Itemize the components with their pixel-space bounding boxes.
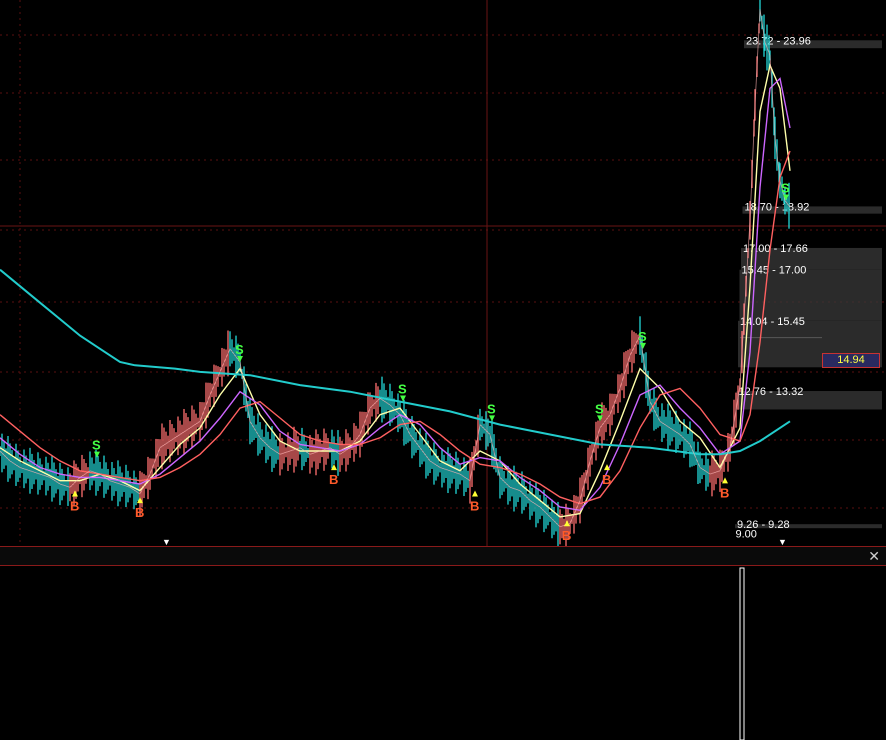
sell-arrow-icon — [640, 342, 646, 349]
buy-signal: B — [70, 499, 79, 514]
profile-band-label: 12.76 - 13.32 — [739, 386, 804, 398]
series-ma_mid — [0, 77, 791, 512]
profile-band-label: 9.00 — [736, 528, 757, 540]
buy-signal: B — [470, 499, 479, 514]
buy-signal: B — [135, 505, 144, 520]
sell-signal: S — [638, 329, 647, 344]
sell-arrow-icon — [94, 451, 100, 458]
profile-band-label: 23.72 - 23.96 — [746, 35, 811, 47]
buy-arrow-icon — [72, 490, 78, 497]
buy-signal: B — [602, 472, 611, 487]
buy-arrow-icon — [722, 477, 728, 484]
volume-panel — [739, 567, 745, 740]
kline-chart[interactable]: 23.72 - 23.9618.70 - 18.9217.00 - 17.661… — [0, 0, 886, 740]
buy-signal: B — [720, 485, 729, 500]
sell-signal: S — [398, 382, 407, 397]
volume-spike — [739, 567, 745, 740]
trade-signals: B S B S B S B S B S B S B S — [70, 180, 790, 543]
sell-signal: S — [487, 401, 496, 416]
panel-separator: ✕ — [0, 546, 886, 566]
sell-signal: S — [595, 401, 604, 416]
series-ma_short — [0, 63, 791, 518]
series-price — [0, 9, 791, 528]
buy-arrow-icon — [472, 490, 478, 497]
sell-signal: S — [235, 342, 244, 357]
buy-signal: B — [329, 472, 338, 487]
profile-band-label: 14.04 - 15.45 — [740, 316, 805, 328]
profile-band — [739, 269, 882, 321]
buy-arrow-icon — [564, 520, 570, 527]
volume-profile-bands: 23.72 - 23.9618.70 - 18.9217.00 - 17.661… — [735, 35, 882, 540]
close-panel-icon[interactable]: ✕ — [868, 548, 880, 564]
chart-series — [0, 0, 791, 548]
sell-signal: S — [781, 180, 790, 195]
current-price-tag: 14.94 — [822, 353, 880, 368]
sell-signal: S — [92, 438, 101, 453]
buy-signal: B — [562, 528, 571, 543]
sell-arrow-icon — [400, 395, 406, 402]
sell-arrow-icon — [489, 415, 495, 422]
